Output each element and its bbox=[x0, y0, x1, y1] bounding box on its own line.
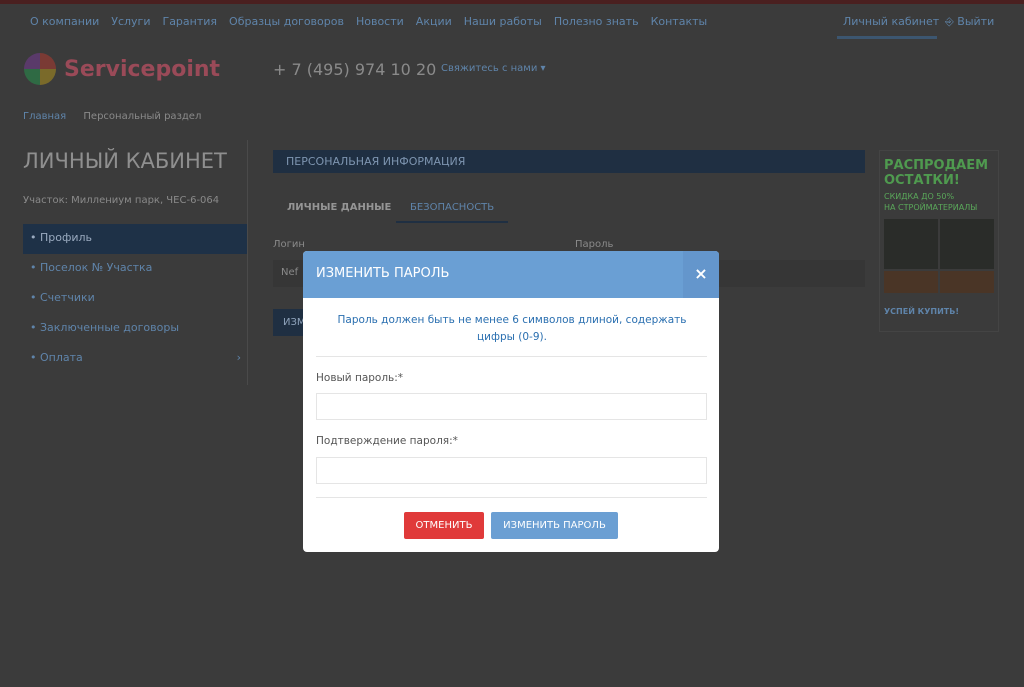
nav-item[interactable]: Акции bbox=[416, 15, 452, 28]
nav-item[interactable]: Услуги bbox=[111, 15, 150, 28]
password-label: Пароль bbox=[575, 239, 614, 250]
change-password-modal: ИЗМЕНИТЬ ПАРОЛЬ × Пароль должен быть не … bbox=[303, 251, 719, 552]
confirm-password-input[interactable] bbox=[316, 457, 707, 484]
new-password-label: Новый пароль:* bbox=[316, 372, 404, 384]
login-label: Логин bbox=[273, 239, 305, 250]
plot-info: Участок: Миллениум парк, ЧЕС-6-064 bbox=[23, 195, 220, 206]
main-nav: О компании Услуги Гарантия Образцы догов… bbox=[30, 15, 707, 28]
nav-item[interactable]: Гарантия bbox=[162, 15, 217, 28]
nav-item[interactable]: Полезно знать bbox=[554, 15, 639, 28]
logo[interactable]: Servicepoint bbox=[64, 57, 220, 82]
logout-link[interactable]: ⎆ Выйти bbox=[945, 15, 994, 29]
active-tab-indicator bbox=[396, 221, 508, 223]
modal-title: ИЗМЕНИТЬ ПАРОЛЬ bbox=[316, 266, 450, 281]
sidebar-item-payment[interactable]: • Оплата › bbox=[23, 344, 247, 374]
breadcrumb: Главная Персональный раздел bbox=[23, 111, 215, 122]
submit-change-password-button[interactable]: ИЗМЕНИТЬ ПАРОЛЬ bbox=[491, 512, 618, 539]
phone: + 7 (495) 974 10 20 bbox=[273, 60, 437, 79]
ad-sub1: СКИДКА ДО 50% bbox=[884, 192, 955, 201]
breadcrumb-current: Персональный раздел bbox=[83, 111, 202, 122]
breadcrumb-home[interactable]: Главная bbox=[23, 111, 66, 122]
sidebar-item-meters[interactable]: • Счетчики bbox=[23, 284, 247, 314]
top-bar bbox=[0, 0, 1024, 4]
sidebar-menu: • Профиль • Поселок № Участка • Счетчики… bbox=[23, 224, 247, 374]
divider bbox=[316, 497, 707, 498]
contact-dropdown[interactable]: Свяжитесь с нами ▾ bbox=[441, 63, 546, 74]
sidebar-item-label: • Оплата bbox=[30, 351, 83, 364]
nav-item[interactable]: Контакты bbox=[651, 15, 708, 28]
modal-header: ИЗМЕНИТЬ ПАРОЛЬ × bbox=[303, 251, 719, 298]
close-icon[interactable]: × bbox=[683, 251, 719, 298]
ad-banner[interactable]: РАСПРОДАЕМ ОСТАТКИ! СКИДКА ДО 50% НА СТРО… bbox=[879, 150, 999, 332]
divider bbox=[316, 356, 707, 357]
page-title: ЛИЧНЫЙ КАБИНЕТ bbox=[23, 149, 227, 173]
tab-personal-data[interactable]: ЛИЧНЫЕ ДАННЫЕ bbox=[287, 202, 391, 213]
account-underline bbox=[837, 36, 937, 39]
divider bbox=[247, 140, 248, 385]
ad-sub2: НА СТРОЙМАТЕРИАЛЫ bbox=[884, 203, 978, 212]
nav-item[interactable]: О компании bbox=[30, 15, 99, 28]
ad-headline: РАСПРОДАЕМ ОСТАТКИ! bbox=[884, 158, 989, 188]
confirm-password-label: Подтверждение пароля:* bbox=[316, 435, 458, 447]
section-header: ПЕРСОНАЛЬНАЯ ИНФОРМАЦИЯ bbox=[273, 150, 865, 173]
logo-icon[interactable] bbox=[24, 53, 56, 85]
ad-sub: СКИДКА ДО 50% НА СТРОЙМАТЕРИАЛЫ bbox=[884, 191, 994, 213]
sidebar-item-village[interactable]: • Поселок № Участка bbox=[23, 254, 247, 284]
account-link[interactable]: Личный кабинет bbox=[843, 15, 939, 28]
logout-label: Выйти bbox=[957, 15, 995, 28]
cancel-button[interactable]: ОТМЕНИТЬ bbox=[404, 512, 484, 539]
sidebar-item-contracts[interactable]: • Заключенные договоры bbox=[23, 314, 247, 344]
ad-images bbox=[884, 219, 994, 293]
nav-item[interactable]: Наши работы bbox=[464, 15, 542, 28]
new-password-input[interactable] bbox=[316, 393, 707, 420]
ad-cta: УСПЕЙ КУПИТЬ! bbox=[884, 307, 959, 316]
nav-item[interactable]: Новости bbox=[356, 15, 404, 28]
nav-item[interactable]: Образцы договоров bbox=[229, 15, 344, 28]
logout-icon: ⎆ bbox=[945, 15, 958, 28]
tab-security[interactable]: БЕЗОПАСНОСТЬ bbox=[410, 202, 494, 213]
chevron-right-icon: › bbox=[236, 351, 241, 364]
sidebar-item-profile[interactable]: • Профиль bbox=[23, 224, 247, 254]
password-requirements: Пароль должен быть не менее 6 символов д… bbox=[337, 314, 687, 343]
